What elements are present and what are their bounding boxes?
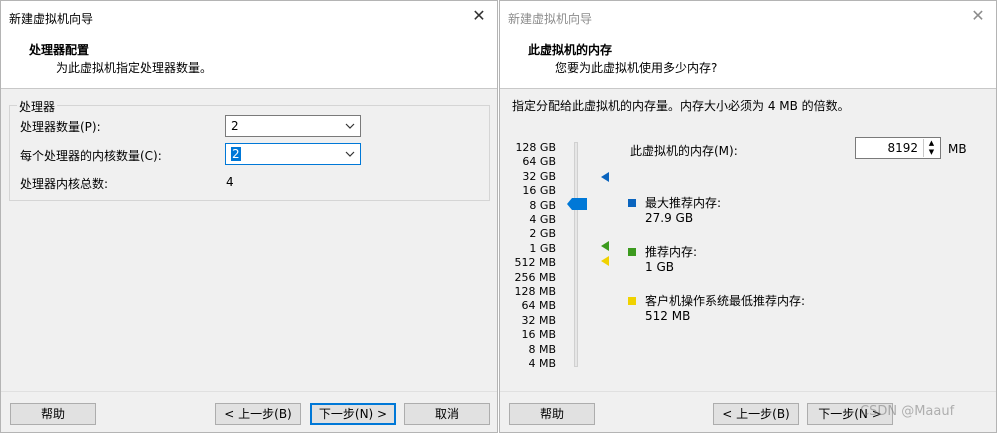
memory-scale-label: 4 MB xyxy=(528,357,556,370)
processor-config-dialog: 新建虚拟机向导 ✕ 处理器配置 为此虚拟机指定处理器数量。 处理器 处理器数量(… xyxy=(0,0,498,433)
memory-scale-label: 8 GB xyxy=(529,198,556,212)
spin-up-icon[interactable]: ▲ xyxy=(924,139,939,148)
window-title: 新建虚拟机向导 xyxy=(508,12,593,26)
spin-buttons: ▲ ▼ xyxy=(923,139,939,157)
memory-scale-label: 16 MB xyxy=(521,328,556,342)
cores-per-processor-label: 每个处理器的内核数量(C): xyxy=(20,149,162,163)
recommended-legend-icon xyxy=(628,248,636,256)
memory-scale-label: 32 GB xyxy=(522,169,556,183)
footer-divider xyxy=(1,391,497,392)
memory-scale-label: 128 MB xyxy=(514,285,556,298)
memory-scale-label: 2 GB xyxy=(529,227,556,241)
help-button[interactable]: 帮助 xyxy=(10,403,96,425)
memory-scale-label: 512 MB xyxy=(514,256,556,270)
guest-min-marker-icon xyxy=(601,256,609,266)
help-button[interactable]: 帮助 xyxy=(509,403,595,425)
guest-min-info: 客户机操作系统最低推荐内存: 512 MB xyxy=(645,294,805,324)
memory-scale-label: 1 GB xyxy=(529,241,556,255)
memory-scale-label: 256 MB xyxy=(514,270,556,284)
chevron-down-icon xyxy=(345,151,355,157)
memory-scale-label: 32 MB xyxy=(521,313,556,327)
close-icon[interactable]: ✕ xyxy=(467,5,491,27)
memory-scale-label: 16 GB xyxy=(522,184,556,198)
footer-divider xyxy=(500,391,996,392)
cancel-button[interactable]: 取消 xyxy=(404,403,490,425)
next-button[interactable]: 下一步(N) > xyxy=(310,403,396,425)
memory-scale-label: 4 GB xyxy=(529,213,556,226)
memory-scale-label: 64 MB xyxy=(521,299,556,313)
guest-min-legend-icon xyxy=(628,297,636,305)
window-title: 新建虚拟机向导 xyxy=(9,12,94,26)
memory-scale-label: 8 MB xyxy=(528,342,556,356)
recommended-marker-icon xyxy=(601,241,609,251)
memory-label: 此虚拟机的内存(M): xyxy=(630,144,738,158)
memory-scale-label: 64 GB xyxy=(522,155,556,169)
memory-spinbox[interactable]: 8192 ▲ ▼ xyxy=(855,137,941,159)
processor-count-select[interactable]: 2 xyxy=(225,115,361,137)
processor-count-value: 2 xyxy=(231,119,239,133)
memory-slider-thumb[interactable] xyxy=(567,198,587,210)
cores-per-processor-value-wrap: 2 xyxy=(231,147,241,161)
max-recommended-label: 最大推荐内存: xyxy=(645,196,722,210)
page-subtitle: 您要为此虚拟机使用多少内存? xyxy=(555,61,718,75)
total-cores-label: 处理器内核总数: xyxy=(20,177,109,191)
back-button[interactable]: < 上一步(B) xyxy=(713,403,799,425)
max-recommended-marker-icon xyxy=(601,172,609,182)
processor-count-label: 处理器数量(P): xyxy=(20,120,101,134)
watermark: CSDN @Maauf xyxy=(860,404,955,419)
guest-min-value: 512 MB xyxy=(645,309,691,323)
title-bar: 新建虚拟机向导 ✕ xyxy=(500,1,996,33)
back-button[interactable]: < 上一步(B) xyxy=(215,403,301,425)
spin-down-icon[interactable]: ▼ xyxy=(924,148,939,157)
guest-min-label: 客户机操作系统最低推荐内存: xyxy=(645,294,806,308)
max-recommended-legend-icon xyxy=(628,199,636,207)
cores-per-processor-select[interactable]: 2 xyxy=(225,143,361,165)
groupbox-title: 处理器 xyxy=(17,98,58,115)
wizard-header: 处理器配置 为此虚拟机指定处理器数量。 xyxy=(1,33,497,89)
memory-value: 8192 xyxy=(887,141,918,155)
cores-per-processor-value: 2 xyxy=(231,147,241,161)
max-recommended-info: 最大推荐内存: 27.9 GB xyxy=(645,196,721,226)
close-icon[interactable]: ✕ xyxy=(966,5,990,27)
memory-unit: MB xyxy=(948,142,967,156)
memory-slider-track[interactable] xyxy=(574,142,578,367)
recommended-info: 推荐内存: 1 GB xyxy=(645,245,697,275)
recommended-value: 1 GB xyxy=(645,260,674,274)
total-cores-value: 4 xyxy=(226,175,234,189)
memory-scale-label: 128 GB xyxy=(515,141,556,154)
page-title: 处理器配置 xyxy=(29,43,90,57)
page-title: 此虚拟机的内存 xyxy=(528,43,613,57)
wizard-header: 此虚拟机的内存 您要为此虚拟机使用多少内存? xyxy=(500,33,996,89)
memory-config-dialog: 新建虚拟机向导 ✕ 此虚拟机的内存 您要为此虚拟机使用多少内存? 指定分配给此虚… xyxy=(499,0,997,433)
memory-intro-text: 指定分配给此虚拟机的内存量。内存大小必须为 4 MB 的倍数。 xyxy=(512,99,850,113)
page-subtitle: 为此虚拟机指定处理器数量。 xyxy=(56,61,213,75)
max-recommended-value: 27.9 GB xyxy=(645,211,694,225)
chevron-down-icon xyxy=(345,123,355,129)
recommended-label: 推荐内存: xyxy=(645,245,698,259)
title-bar: 新建虚拟机向导 ✕ xyxy=(1,1,497,33)
